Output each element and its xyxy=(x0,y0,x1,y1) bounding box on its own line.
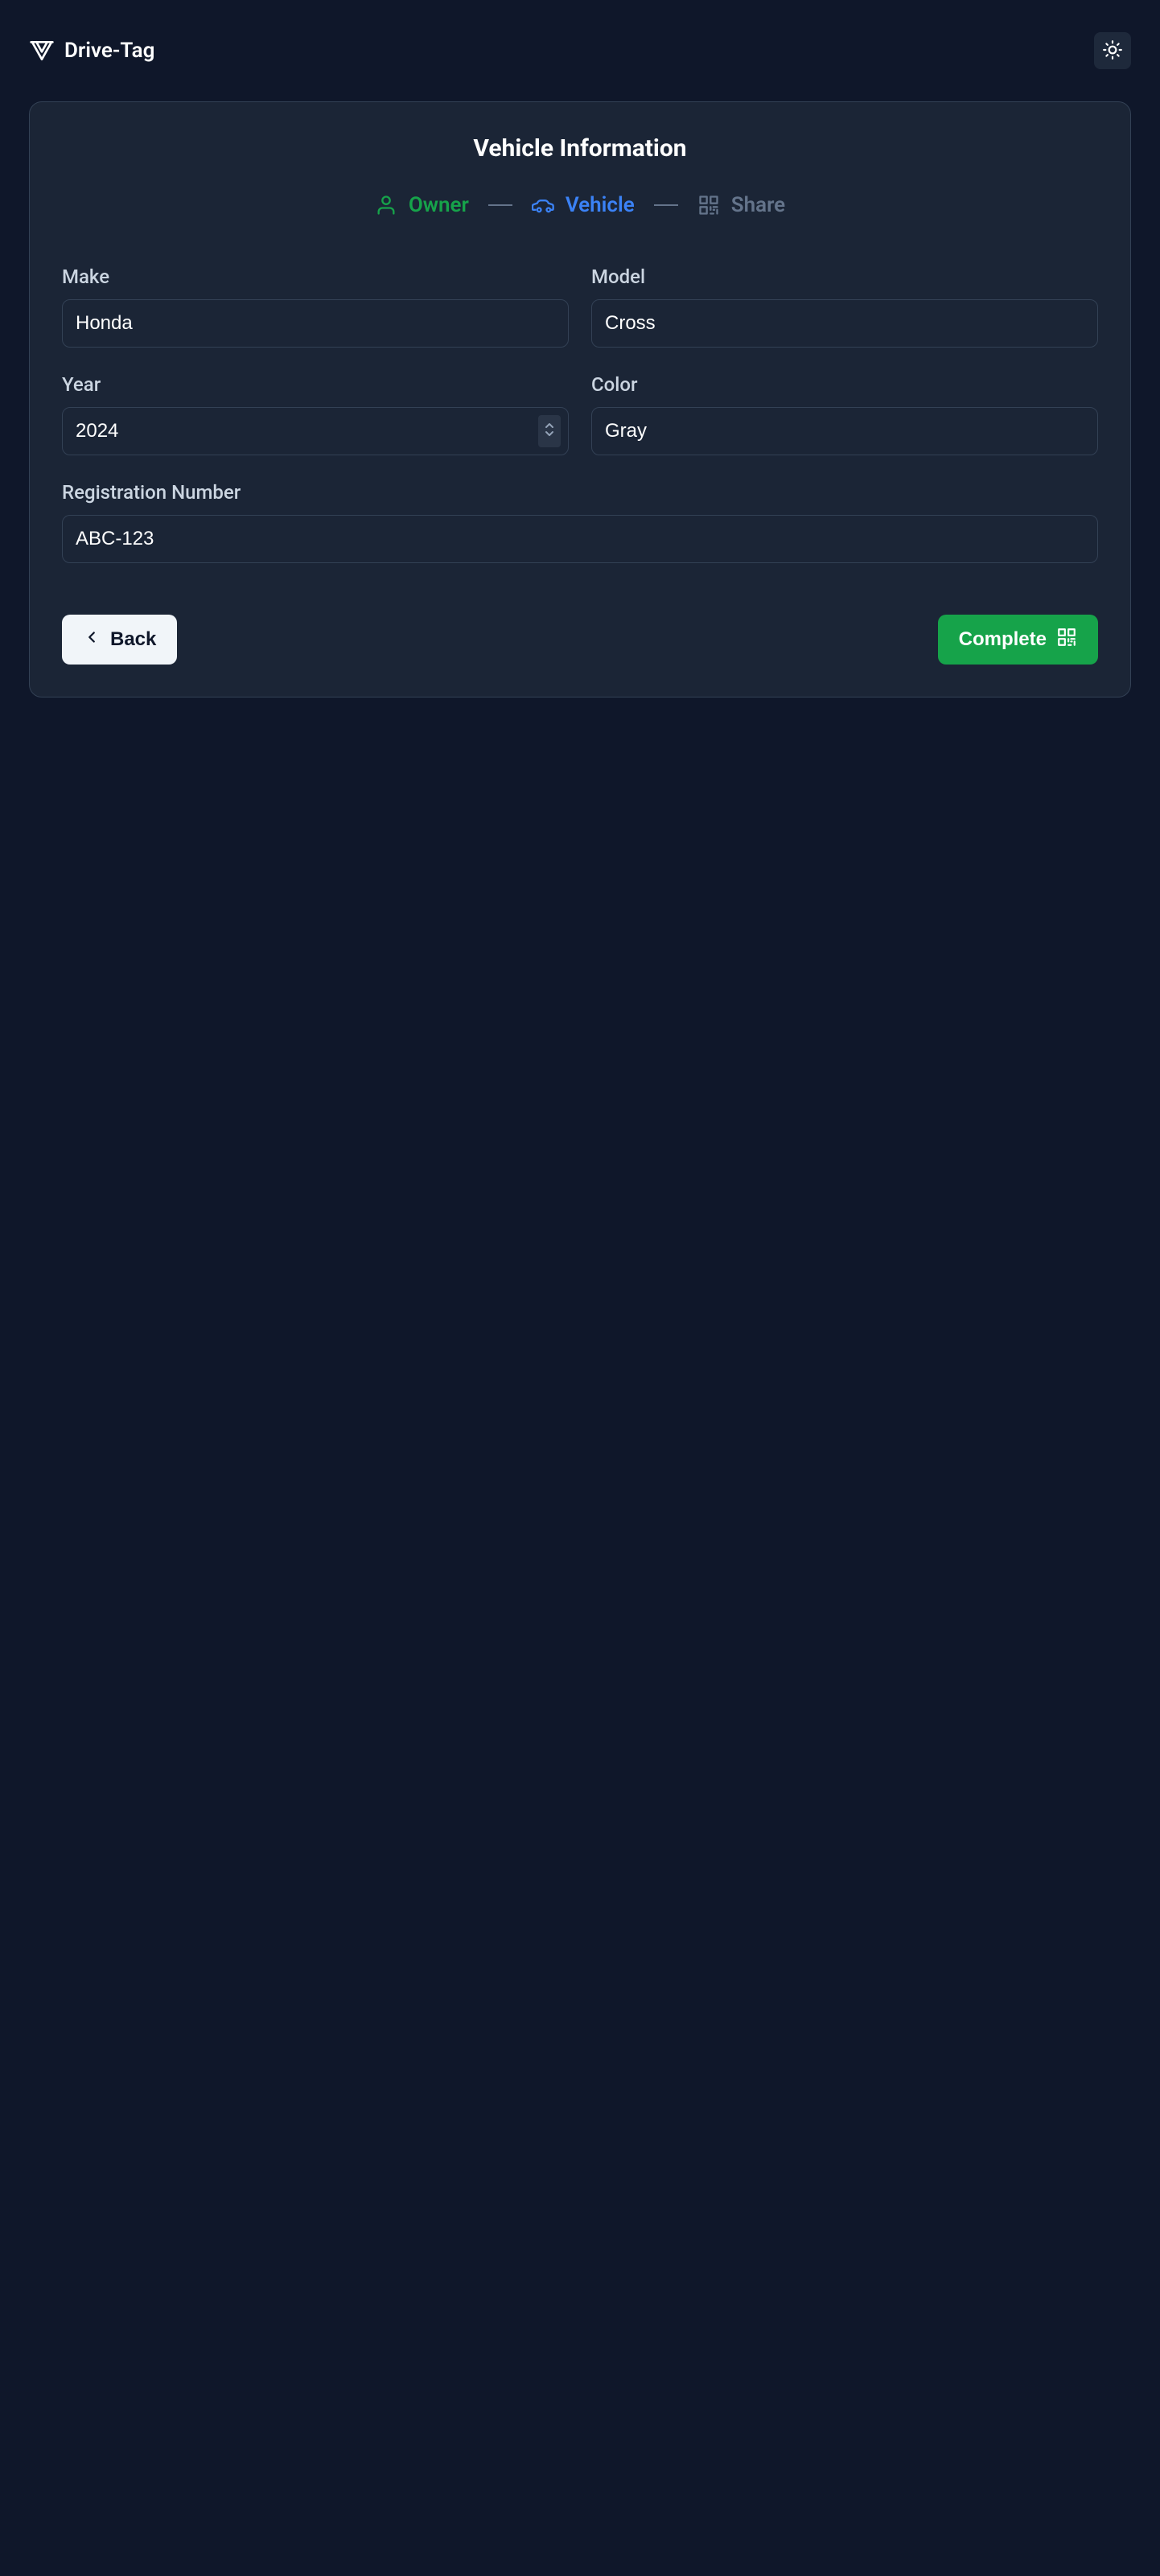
make-label: Make xyxy=(62,265,569,288)
chevron-up-down-icon xyxy=(544,421,555,442)
step-divider xyxy=(488,204,512,206)
color-input[interactable] xyxy=(591,407,1098,455)
card-title: Vehicle Information xyxy=(62,134,1098,163)
step-owner-label: Owner xyxy=(409,193,469,217)
step-vehicle-label: Vehicle xyxy=(566,193,635,217)
theme-toggle-button[interactable] xyxy=(1094,32,1131,69)
user-icon xyxy=(375,194,397,216)
complete-button[interactable]: Complete xyxy=(938,615,1098,665)
back-button[interactable]: Back xyxy=(62,615,177,665)
step-divider xyxy=(654,204,678,206)
step-vehicle[interactable]: Vehicle xyxy=(532,193,635,217)
step-share[interactable]: Share xyxy=(697,193,785,217)
app-header: Drive-Tag xyxy=(29,32,1131,69)
year-input[interactable] xyxy=(62,407,569,455)
make-input[interactable] xyxy=(62,299,569,348)
registration-label: Registration Number xyxy=(62,481,1098,504)
registration-input[interactable] xyxy=(62,515,1098,563)
year-stepper[interactable] xyxy=(538,415,561,447)
brand-name: Drive-Tag xyxy=(64,39,154,63)
brand-logo-icon xyxy=(29,38,55,64)
complete-button-label: Complete xyxy=(959,628,1047,651)
model-input[interactable] xyxy=(591,299,1098,348)
qrcode-icon xyxy=(1056,627,1077,653)
back-button-label: Back xyxy=(110,628,156,651)
year-label: Year xyxy=(62,373,569,396)
step-share-label: Share xyxy=(731,193,785,217)
vehicle-info-card: Vehicle Information Owner xyxy=(29,101,1131,697)
qrcode-icon xyxy=(697,194,720,216)
model-label: Model xyxy=(591,265,1098,288)
logo-section[interactable]: Drive-Tag xyxy=(29,38,154,64)
sun-icon xyxy=(1102,39,1123,63)
color-label: Color xyxy=(591,373,1098,396)
vehicle-form: Make Model Year xyxy=(62,265,1098,665)
car-icon xyxy=(532,194,554,216)
chevron-left-icon xyxy=(83,628,101,652)
step-owner[interactable]: Owner xyxy=(375,193,469,217)
form-stepper: Owner Vehicle xyxy=(62,193,1098,217)
